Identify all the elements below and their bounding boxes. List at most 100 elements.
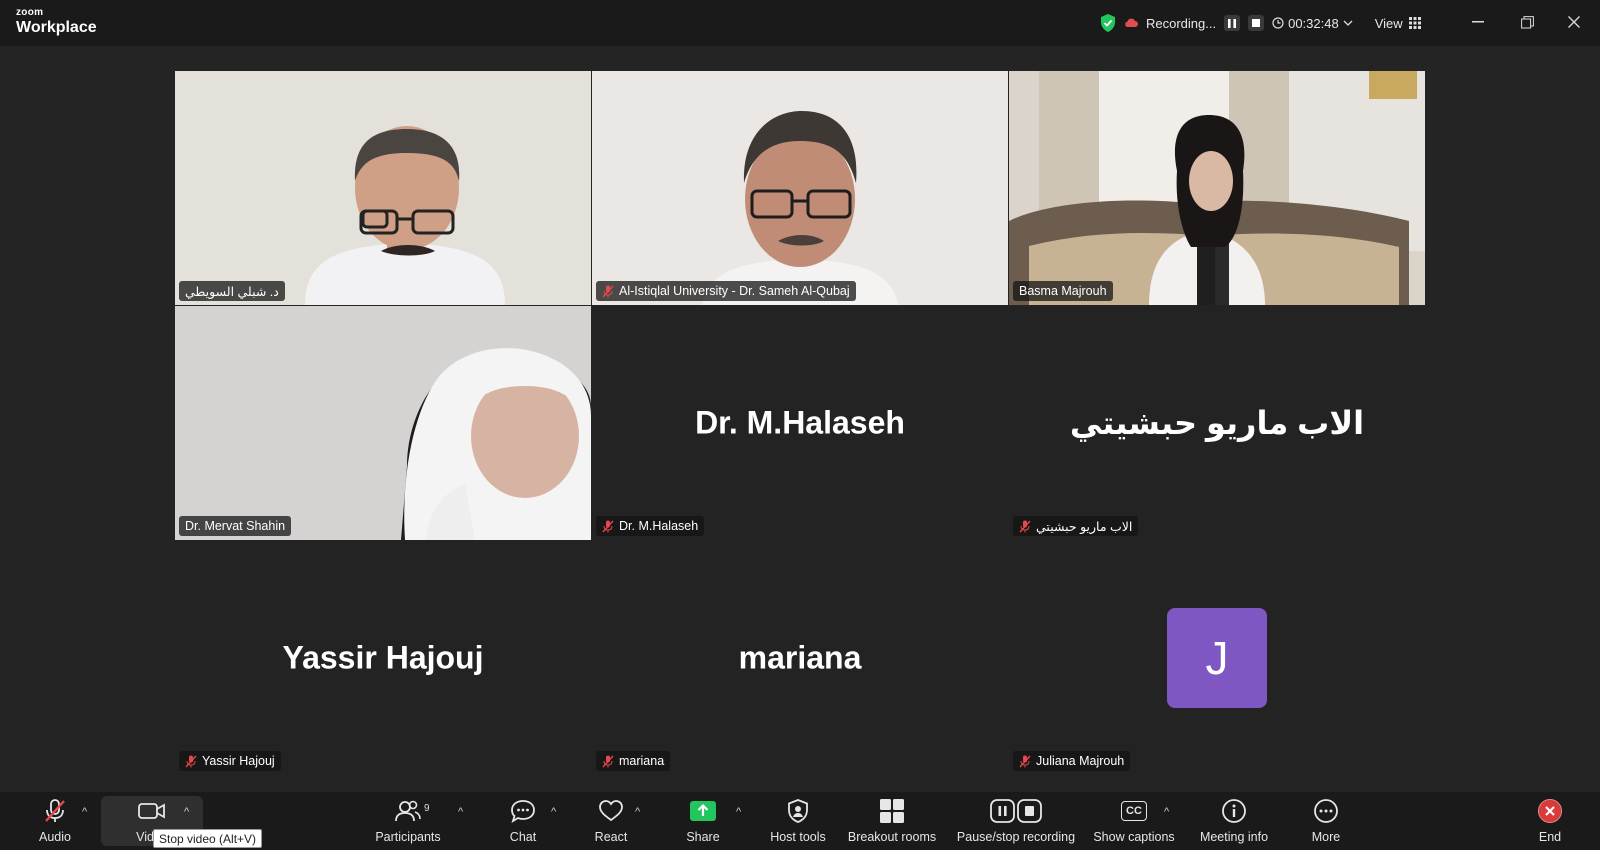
stop-recording-button[interactable] [1248, 15, 1265, 31]
microphone-muted-icon [602, 285, 614, 297]
more-button[interactable]: More [1304, 796, 1348, 844]
pause-recording-button[interactable] [1224, 15, 1241, 31]
video-tile[interactable]: Dr. M.Halaseh Dr. M.Halaseh [592, 306, 1008, 540]
brand-name: Workplace [16, 19, 97, 36]
heart-icon [599, 800, 623, 822]
participant-display-name: mariana [738, 639, 862, 676]
video-tile[interactable]: Yassir Hajouj Yassir Hajouj [175, 541, 591, 775]
participant-nameplate: Dr. Mervat Shahin [179, 516, 292, 536]
stop-icon [1252, 19, 1261, 27]
restore-button[interactable] [1517, 12, 1537, 32]
captions-icon: CC [1121, 801, 1147, 821]
grid-view-icon [1408, 17, 1421, 29]
recording-status: Recording... 00:32:48 View [1100, 10, 1421, 36]
breakout-rooms-button[interactable]: Breakout rooms [846, 796, 938, 844]
participant-name: mariana [619, 754, 665, 768]
video-tile[interactable]: الاب ماريو حبشيتي الاب ماريو حبشيتي [1009, 306, 1425, 540]
video-tile[interactable]: Basma Majrouh [1009, 71, 1425, 305]
meeting-info-label: Meeting info [1199, 830, 1269, 844]
meeting-info-button[interactable]: Meeting info [1196, 796, 1272, 844]
participants-options-caret[interactable]: ^ [458, 806, 463, 818]
end-meeting-button[interactable]: End [1530, 796, 1570, 844]
more-label: More [1311, 830, 1341, 844]
participant-video [1009, 71, 1425, 305]
participants-label: Participants [375, 830, 441, 844]
show-captions-label: Show captions [1093, 830, 1175, 844]
cloud-record-icon [1125, 18, 1138, 27]
participant-nameplate: Dr. M.Halaseh [596, 516, 705, 536]
video-tile[interactable]: Dr. Mervat Shahin [175, 306, 591, 540]
participant-nameplate: Juliana Majrouh [1013, 751, 1131, 771]
microphone-muted-icon [185, 755, 197, 767]
encryption-shield-icon[interactable] [1100, 14, 1116, 32]
participant-nameplate: الاب ماريو حبشيتي [1013, 516, 1139, 536]
shield-icon [788, 799, 808, 823]
participant-display-name: Dr. M.Halaseh [695, 404, 905, 441]
minimize-button[interactable] [1468, 12, 1488, 32]
participants-count: 9 [424, 803, 430, 814]
more-icon [1314, 799, 1338, 823]
participant-name: Dr. M.Halaseh [619, 519, 699, 533]
participant-name: الاب ماريو حبشيتي [1036, 519, 1133, 534]
video-tile[interactable]: Al-Istiqlal University - Dr. Sameh Al-Qu… [592, 71, 1008, 305]
participant-name: Dr. Mervat Shahin [185, 519, 286, 533]
participant-video [175, 71, 591, 305]
share-options-caret[interactable]: ^ [736, 806, 741, 818]
react-label: React [594, 830, 628, 844]
clock-icon [1272, 17, 1284, 29]
brand-small: zoom [16, 7, 44, 18]
microphone-muted-icon [1019, 520, 1031, 532]
audio-button[interactable]: Audio [32, 796, 78, 844]
participant-name: Yassir Hajouj [202, 754, 275, 768]
chat-button[interactable]: Chat [499, 796, 547, 844]
end-icon [1538, 799, 1562, 823]
share-screen-icon [690, 801, 716, 821]
pause-stop-recording-button[interactable]: Pause/stop recording [954, 796, 1078, 844]
gallery-view: د. شبلي السويطي Al-Istiqlal University -… [175, 71, 1425, 775]
close-window-button[interactable] [1564, 12, 1584, 32]
participant-name: Juliana Majrouh [1036, 754, 1125, 768]
participant-name: د. شبلي السويطي [185, 284, 279, 299]
participant-display-name: الاب ماريو حبشيتي [1069, 405, 1365, 441]
microphone-muted-icon [602, 755, 614, 767]
show-captions-button[interactable]: CC Show captions [1092, 796, 1176, 844]
react-button[interactable]: React [587, 796, 635, 844]
audio-label: Audio [39, 830, 71, 844]
end-label: End [1538, 830, 1562, 844]
participant-display-name: Yassir Hajouj [282, 639, 484, 676]
participant-name: Basma Majrouh [1019, 284, 1107, 298]
microphone-muted-icon [1019, 755, 1031, 767]
chevron-down-icon [1343, 20, 1353, 26]
host-tools-label: Host tools [770, 830, 826, 844]
microphone-muted-icon [45, 799, 65, 822]
video-tile[interactable]: J Juliana Majrouh [1009, 541, 1425, 775]
participant-nameplate: د. شبلي السويطي [179, 281, 285, 301]
video-tile[interactable]: د. شبلي السويطي [175, 71, 591, 305]
breakout-rooms-icon [880, 799, 904, 823]
captions-options-caret[interactable]: ^ [1164, 806, 1169, 818]
avatar: J [1167, 608, 1267, 708]
participants-button[interactable]: Participants [370, 796, 446, 844]
react-options-caret[interactable]: ^ [635, 806, 640, 818]
video-tile[interactable]: mariana mariana [592, 541, 1008, 775]
recording-controls-icon [990, 799, 1042, 823]
microphone-muted-icon [602, 520, 614, 532]
chat-label: Chat [509, 830, 537, 844]
participant-nameplate: Yassir Hajouj [179, 751, 281, 771]
elapsed-time-text: 00:32:48 [1288, 15, 1339, 31]
elapsed-time[interactable]: 00:32:48 [1272, 16, 1353, 31]
participant-video [592, 71, 1008, 305]
video-camera-icon [138, 803, 165, 819]
video-options-caret[interactable]: ^ [184, 806, 189, 818]
view-label: View [1374, 15, 1403, 31]
share-button[interactable]: Share [678, 796, 728, 844]
chat-options-caret[interactable]: ^ [551, 806, 556, 818]
pause-stop-recording-label: Pause/stop recording [956, 830, 1076, 844]
view-button[interactable]: View [1375, 16, 1421, 31]
app-logo: zoom Workplace [16, 8, 97, 36]
host-tools-button[interactable]: Host tools [766, 796, 830, 844]
recording-label: Recording... [1146, 15, 1217, 31]
tooltip: Stop video (Alt+V) [153, 829, 263, 848]
close-icon [1568, 16, 1580, 28]
audio-options-caret[interactable]: ^ [82, 806, 87, 818]
